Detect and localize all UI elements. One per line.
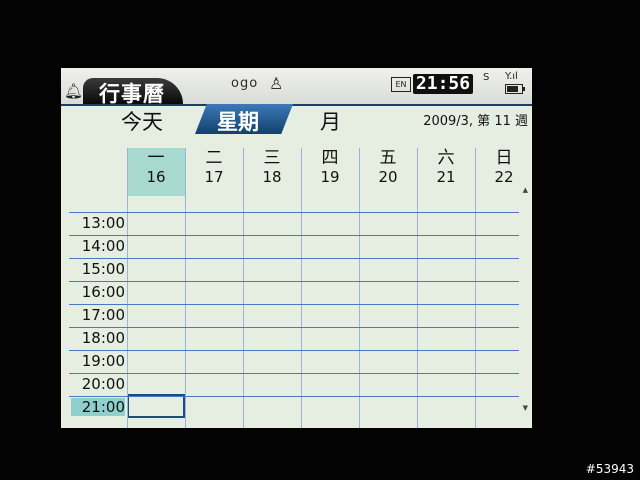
grid-row-line <box>69 212 519 213</box>
weekday-name: 三 <box>263 148 281 168</box>
weekday-header[interactable]: 三 18 <box>243 148 301 196</box>
weekday-date: 19 <box>320 168 340 186</box>
person-icon: ♙ <box>269 74 284 93</box>
status-bar: 🔔︎ 行事曆 ogo ♙ EN 21:56 S Y.ıl <box>61 68 532 106</box>
tab-month[interactable]: 月 <box>320 106 341 136</box>
weekday-date: 18 <box>262 168 282 186</box>
input-mode-badge[interactable]: EN <box>391 77 411 92</box>
weekday-date: 16 <box>146 168 166 186</box>
weekday-date: 20 <box>378 168 398 186</box>
weekday-header[interactable]: 六 21 <box>417 148 475 196</box>
device-screen: 🔔︎ 行事曆 ogo ♙ EN 21:56 S Y.ıl 今天 星期 月 200… <box>61 68 532 428</box>
grid-row-line <box>69 258 519 259</box>
weekday-date: 22 <box>494 168 514 186</box>
grid-column-line <box>185 148 186 428</box>
ogo-label: ogo <box>231 76 259 91</box>
tab-week[interactable]: 星期 <box>217 106 259 136</box>
grid-row-line <box>69 327 519 328</box>
weekday-name: 二 <box>205 148 223 168</box>
weekday-date: 21 <box>436 168 456 186</box>
grid-column-line <box>301 148 302 428</box>
scroll-down-icon[interactable]: ▼ <box>523 404 528 412</box>
signal-icon: Y.ıl <box>505 71 518 82</box>
tab-today[interactable]: 今天 <box>121 106 163 136</box>
weekday-header[interactable]: 日 22 <box>475 148 532 196</box>
clock: 21:56 <box>413 74 473 94</box>
battery-icon <box>505 84 525 94</box>
hour-label: 15:00 <box>81 260 125 278</box>
status-s-icon: S <box>483 72 490 83</box>
grid-row-line <box>69 235 519 236</box>
weekday-date: 17 <box>204 168 224 186</box>
grid-row-line <box>69 281 519 282</box>
week-grid[interactable]: ▲ ▼ 一 16 二 17 三 18 四 19 五 20 六 21 日 22 13:00 14:00 15:00… <box>61 148 532 428</box>
grid-column-line <box>417 148 418 428</box>
app-title: 行事曆 <box>99 82 165 106</box>
hour-label: 21:00 <box>71 398 125 416</box>
watermark: #53943 <box>585 462 634 476</box>
weekday-header[interactable]: 二 17 <box>185 148 243 196</box>
weekday-name: 五 <box>379 148 397 168</box>
grid-row-line <box>69 350 519 351</box>
hour-label: 16:00 <box>81 283 125 301</box>
weekday-header[interactable]: 一 16 <box>127 148 185 196</box>
weekday-name: 四 <box>321 148 339 168</box>
weekday-header[interactable]: 五 20 <box>359 148 417 196</box>
grid-column-line <box>127 148 128 428</box>
hour-label: 14:00 <box>81 237 125 255</box>
grid-column-line <box>243 148 244 428</box>
hour-label: 20:00 <box>81 375 125 393</box>
weekday-header[interactable]: 四 19 <box>301 148 359 196</box>
grid-row-line <box>69 304 519 305</box>
grid-column-line <box>475 148 476 428</box>
weekday-name: 日 <box>495 148 513 168</box>
view-tabs: 今天 星期 月 2009/3, 第 11 週 <box>61 104 532 136</box>
weekday-name: 六 <box>437 148 455 168</box>
hour-label: 13:00 <box>81 214 125 232</box>
weekday-name: 一 <box>147 148 165 168</box>
hour-label: 17:00 <box>81 306 125 324</box>
grid-row-line <box>69 373 519 374</box>
hour-label: 19:00 <box>81 352 125 370</box>
hour-label: 18:00 <box>81 329 125 347</box>
selected-cell[interactable] <box>127 394 185 418</box>
grid-row-line <box>69 396 519 397</box>
bell-icon[interactable]: 🔔︎ <box>64 82 83 100</box>
grid-column-line <box>359 148 360 428</box>
week-date-label: 2009/3, 第 11 週 <box>423 114 528 129</box>
